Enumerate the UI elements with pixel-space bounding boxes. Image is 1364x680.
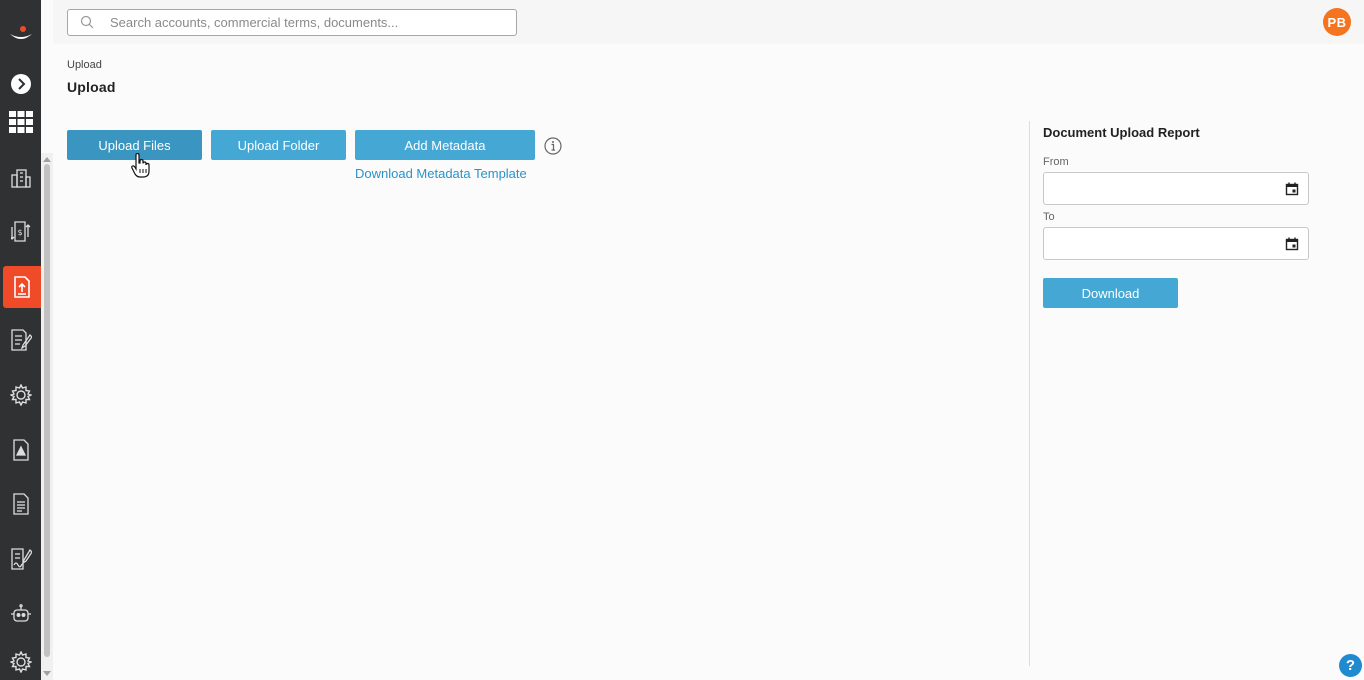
bot-icon[interactable] bbox=[0, 593, 41, 635]
to-date-field[interactable] bbox=[1043, 227, 1309, 260]
upload-document-icon[interactable] bbox=[3, 266, 41, 308]
download-metadata-template-link[interactable]: Download Metadata Template bbox=[355, 166, 527, 181]
info-icon[interactable] bbox=[544, 137, 562, 155]
calendar-icon[interactable] bbox=[1285, 237, 1299, 251]
to-label: To bbox=[1043, 211, 1055, 223]
from-label: From bbox=[1043, 156, 1069, 168]
sidebar: $ bbox=[0, 0, 41, 680]
admin-gear-icon[interactable] bbox=[0, 641, 41, 680]
report-document-icon[interactable] bbox=[0, 483, 41, 525]
user-avatar[interactable]: PB bbox=[1323, 8, 1351, 36]
alert-document-icon[interactable] bbox=[0, 429, 41, 471]
accounts-icon[interactable] bbox=[0, 157, 41, 199]
expand-icon[interactable] bbox=[0, 63, 41, 105]
commercial-terms-icon[interactable]: $ bbox=[0, 211, 41, 253]
panel-divider bbox=[1029, 121, 1030, 666]
scroll-up-arrow-icon[interactable] bbox=[43, 156, 51, 162]
download-report-button[interactable]: Download bbox=[1043, 278, 1178, 308]
help-button[interactable]: ? bbox=[1339, 654, 1362, 677]
report-title: Document Upload Report bbox=[1043, 125, 1200, 140]
add-metadata-button[interactable]: Add Metadata bbox=[355, 130, 535, 160]
from-date-field[interactable] bbox=[1043, 172, 1309, 205]
search-icon bbox=[80, 15, 94, 29]
calendar-icon[interactable] bbox=[1285, 182, 1299, 196]
settings-gear-icon[interactable] bbox=[0, 374, 41, 416]
breadcrumb: Upload bbox=[67, 59, 102, 71]
svg-text:$: $ bbox=[17, 228, 22, 237]
search-input[interactable] bbox=[110, 10, 510, 35]
upload-folder-button[interactable]: Upload Folder bbox=[211, 130, 346, 160]
hand-pointer-cursor-icon bbox=[131, 153, 150, 178]
search-box[interactable] bbox=[67, 9, 517, 36]
contracts-icon[interactable] bbox=[0, 319, 41, 361]
sidebar-scroll-thumb[interactable] bbox=[44, 164, 50, 657]
signature-document-icon[interactable] bbox=[0, 538, 41, 580]
page-title: Upload bbox=[67, 79, 116, 95]
logo-icon[interactable] bbox=[0, 14, 41, 56]
apps-grid-icon[interactable] bbox=[0, 101, 41, 143]
scroll-down-arrow-icon[interactable] bbox=[43, 671, 51, 677]
